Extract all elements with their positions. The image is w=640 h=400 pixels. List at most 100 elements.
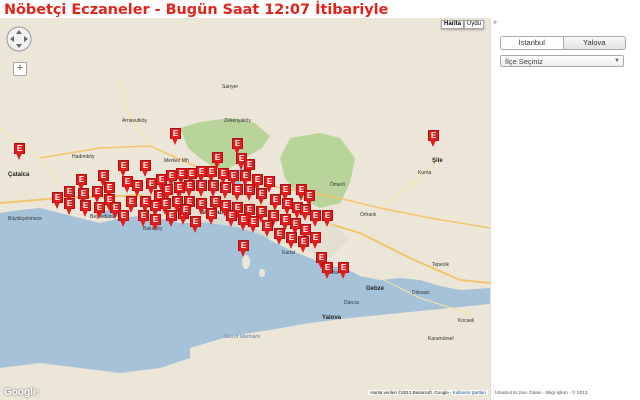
- pharmacy-marker-tip: [312, 242, 318, 249]
- pharmacy-marker-tip: [240, 224, 246, 231]
- pharmacy-marker-tip: [302, 214, 308, 221]
- map-attribution: Harita verileri ©2013 Basarsoft, Google …: [368, 390, 488, 395]
- pharmacy-marker[interactable]: E: [132, 180, 143, 197]
- map-label-catalca: Çatalca: [8, 172, 30, 178]
- pharmacy-marker-tip: [120, 220, 126, 227]
- chevron-down-icon: ▼: [614, 58, 620, 64]
- terms-link[interactable]: Kullanım Şartları: [453, 390, 486, 395]
- pharmacy-marker-tip: [96, 212, 102, 219]
- pharmacy-marker[interactable]: E: [232, 184, 243, 201]
- map-label-kocaeli: Kocaeli: [458, 318, 475, 324]
- pharmacy-marker[interactable]: E: [138, 210, 149, 227]
- zoom-in-button[interactable]: +: [13, 62, 27, 76]
- pharmacy-marker[interactable]: E: [248, 216, 259, 233]
- pharmacy-marker[interactable]: E: [244, 184, 255, 201]
- map-label-kurna: Kurna: [418, 170, 432, 176]
- pharmacy-marker-tip: [66, 208, 72, 215]
- map-label-gebze: Gebze: [366, 286, 385, 292]
- map-label-omerli: Ömerli: [330, 182, 345, 188]
- collapse-sidebar-icon[interactable]: »: [493, 19, 497, 26]
- pharmacy-marker[interactable]: E: [428, 130, 439, 147]
- pharmacy-marker[interactable]: E: [262, 220, 273, 237]
- pharmacy-marker-tip: [240, 250, 246, 257]
- pharmacy-marker[interactable]: E: [184, 180, 195, 197]
- pharmacy-marker-tip: [82, 210, 88, 217]
- pharmacy-marker-tip: [16, 153, 22, 160]
- map-label-buyukcekmece: Büyükçekmece: [8, 216, 42, 222]
- map-label-darica: Darıca: [344, 300, 359, 306]
- pharmacy-marker[interactable]: E: [170, 128, 181, 145]
- map-label-sariyer: Sarıyer: [222, 84, 239, 90]
- pharmacy-marker-tip: [168, 220, 174, 227]
- pharmacy-marker[interactable]: E: [80, 200, 91, 217]
- pharmacy-marker-tip: [246, 194, 252, 201]
- pharmacy-marker-tip: [234, 194, 240, 201]
- pharmacy-marker[interactable]: E: [118, 160, 129, 177]
- pharmacy-marker[interactable]: E: [166, 210, 177, 227]
- pharmacy-marker-tip: [198, 190, 204, 197]
- pharmacy-marker[interactable]: E: [226, 210, 237, 227]
- pharmacy-marker-tip: [198, 208, 204, 215]
- tab-istanbul[interactable]: İstanbul: [501, 37, 564, 49]
- pharmacy-marker[interactable]: E: [92, 186, 103, 203]
- pharmacy-marker[interactable]: E: [338, 262, 349, 279]
- pharmacy-marker-tip: [124, 186, 130, 193]
- sidebar: » İstanbul Yalova İlçe Seçiniz ▼ İstanbu…: [490, 18, 640, 400]
- pharmacy-marker-tip: [140, 220, 146, 227]
- pharmacy-marker-tip: [430, 140, 436, 147]
- pharmacy-marker[interactable]: E: [322, 262, 333, 279]
- city-tabs: İstanbul Yalova: [500, 36, 626, 50]
- pharmacy-marker[interactable]: E: [286, 232, 297, 249]
- pharmacy-marker[interactable]: E: [238, 240, 249, 257]
- pharmacy-marker-tip: [340, 272, 346, 279]
- map-label-karamursel: Karamürsel: [428, 336, 454, 342]
- tab-yalova[interactable]: Yalova: [564, 37, 626, 49]
- pharmacy-marker[interactable]: E: [310, 232, 321, 249]
- pharmacy-marker-tip: [172, 138, 178, 145]
- pharmacy-marker[interactable]: E: [270, 194, 281, 211]
- map-type-control: Harita Uydu: [441, 20, 485, 29]
- pharmacy-marker-tip: [324, 220, 330, 227]
- pan-control-icon[interactable]: [6, 26, 32, 52]
- pharmacy-marker-tip: [264, 230, 270, 237]
- pharmacy-marker[interactable]: E: [256, 188, 267, 205]
- pharmacy-marker[interactable]: E: [14, 143, 25, 160]
- map-label-sea-of-marmara: Sea of Marmara: [224, 334, 260, 340]
- pharmacy-marker[interactable]: E: [190, 216, 201, 233]
- map-label-hadimkoy: Hadımköy: [72, 154, 95, 160]
- map-label-orhanli: Orhanlı: [360, 212, 377, 218]
- map-label-tepecik: Tepecik: [432, 262, 449, 268]
- pharmacy-marker[interactable]: E: [220, 182, 231, 199]
- page-title: Nöbetçi Eczaneler - Bugün Saat 12:07 İti…: [4, 2, 389, 18]
- pharmacy-marker[interactable]: E: [52, 192, 63, 209]
- pharmacy-marker[interactable]: E: [310, 210, 321, 227]
- pharmacy-marker[interactable]: E: [322, 210, 333, 227]
- pharmacy-marker[interactable]: E: [206, 208, 217, 225]
- pharmacy-marker[interactable]: E: [64, 198, 75, 215]
- pharmacy-marker[interactable]: E: [94, 202, 105, 219]
- map-type-harita-button[interactable]: Harita: [441, 20, 465, 29]
- pharmacy-marker-tip: [192, 226, 198, 233]
- pharmacy-marker-tip: [182, 214, 188, 221]
- map-type-uydu-button[interactable]: Uydu: [464, 20, 485, 29]
- district-select[interactable]: İlçe Seçiniz ▼: [500, 55, 624, 67]
- footer-text: İstanbul Eczacı Odası - Bilgi İşlem - © …: [495, 391, 588, 396]
- pharmacy-marker-tip: [54, 202, 60, 209]
- pharmacy-marker[interactable]: E: [298, 236, 309, 253]
- map-label-dilovasi: Dilovası: [412, 290, 430, 296]
- map-label-kartal: Kartal: [282, 250, 296, 256]
- pharmacy-map[interactable]: Harita Uydu + Sarıyer Zekeriyaköy Arnavu…: [0, 18, 490, 400]
- pharmacy-marker-tip: [228, 220, 234, 227]
- pharmacy-marker[interactable]: E: [208, 180, 219, 197]
- map-label-zekeriyakoy: Zekeriyaköy: [224, 118, 251, 124]
- pharmacy-marker[interactable]: E: [118, 210, 129, 227]
- map-label-arnavutkoy: Arnavutköy: [122, 118, 148, 124]
- pharmacy-marker[interactable]: E: [140, 160, 151, 177]
- pharmacy-marker-tip: [300, 246, 306, 253]
- map-label-yalova: Yalova: [322, 315, 342, 321]
- pharmacy-marker-tip: [142, 170, 148, 177]
- map-attribution-text: Harita verileri ©2013 Basarsoft, Google …: [370, 390, 452, 395]
- pharmacy-marker[interactable]: E: [196, 180, 207, 197]
- pharmacy-marker[interactable]: E: [150, 214, 161, 231]
- pharmacy-marker[interactable]: E: [274, 228, 285, 245]
